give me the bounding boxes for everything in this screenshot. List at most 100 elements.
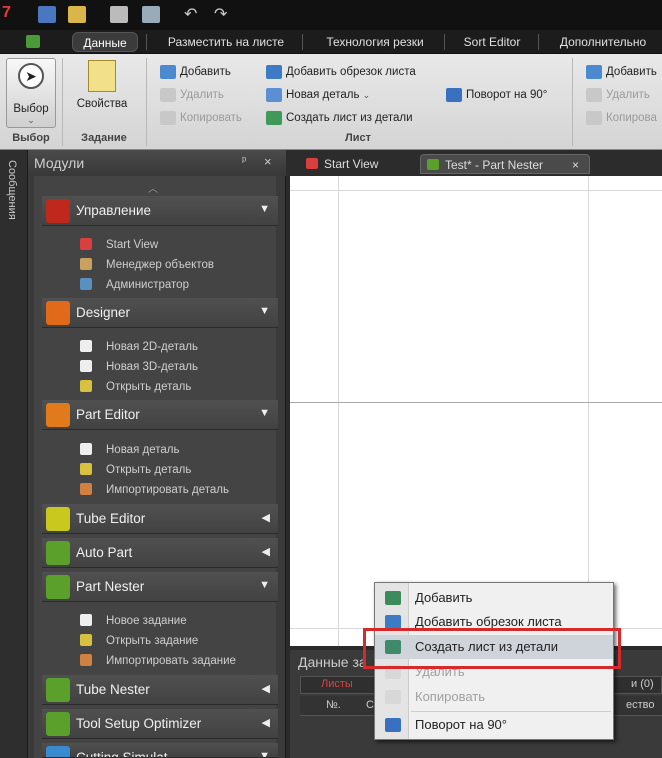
module-designer[interactable]: Designer ▼ <box>42 298 278 328</box>
part-editor-icon <box>46 403 70 427</box>
ribbon-add-button-2[interactable]: Добавить <box>586 62 657 82</box>
ribbon-copy-button[interactable]: Копировать <box>160 108 242 128</box>
module-auto-part[interactable]: Auto Part ◀ <box>42 538 278 568</box>
module-item[interactable]: Новое задание <box>80 614 187 627</box>
chevron-down-icon: ▼ <box>259 407 270 419</box>
print-preview-icon[interactable] <box>142 6 160 23</box>
group-task-label: Задание <box>81 132 127 144</box>
add-remnant-icon <box>385 615 401 629</box>
module-item[interactable]: Start View <box>80 238 158 251</box>
module-cutting-simulator[interactable]: Cutting Simulat ▼ <box>42 743 278 758</box>
ribbon-add-remnant-button[interactable]: Добавить обрезок листа <box>266 62 416 82</box>
module-management[interactable]: Управление ▼ <box>42 196 278 226</box>
scroll-up-icon[interactable]: ︿ <box>148 180 158 195</box>
ribbon-rotate-button[interactable]: Поворот на 90° <box>446 85 547 105</box>
designer-icon <box>46 301 70 325</box>
part-nester-icon <box>427 159 439 170</box>
redo-icon[interactable]: ↷ <box>214 6 232 23</box>
ribbon: ➤ Выбор ⌄ Выбор Свойства Задание Добавит… <box>0 54 662 150</box>
ribbon-copy-button-2[interactable]: Копирова <box>586 108 657 128</box>
sheet-from-part-icon <box>266 110 282 125</box>
close-tab-icon[interactable]: × <box>572 155 579 175</box>
tab-count[interactable]: и (0) <box>631 678 654 690</box>
tab-additional[interactable]: Дополнительно <box>546 32 660 52</box>
menu-item-copy[interactable]: Копировать <box>375 685 613 709</box>
messages-strip-label: Сообщения <box>6 160 18 220</box>
doc-tab-start-view[interactable]: Start View <box>300 154 410 174</box>
properties-button[interactable]: Свойства <box>72 60 132 124</box>
delete-icon <box>586 87 602 102</box>
document-tabs: Start View Test* - Part Nester × <box>286 150 662 176</box>
auto-part-icon <box>46 541 70 565</box>
module-part-nester[interactable]: Part Nester ▼ <box>42 572 278 602</box>
modules-header: Модули ᵖ × <box>28 150 286 176</box>
tube-editor-icon <box>46 507 70 531</box>
modules-panel: Модули ᵖ × ︿ Управление ▼ Start View Мен… <box>28 150 286 758</box>
tube-nester-icon <box>46 678 70 702</box>
highlight-frame <box>363 628 621 669</box>
tab-sheets[interactable]: Листы <box>321 678 353 690</box>
module-item[interactable]: Новая 2D-деталь <box>80 340 198 353</box>
properties-label: Свойства <box>76 98 128 110</box>
title-bar: 7 ↶ ↷ <box>0 0 662 30</box>
group-select-label: Выбор <box>12 132 50 144</box>
cursor-icon: ➤ <box>18 63 44 89</box>
tab-sort-editor[interactable]: Sort Editor <box>452 32 532 52</box>
menu-item-add[interactable]: Добавить <box>375 586 613 610</box>
tab-place-on-sheet[interactable]: Разместить на листе <box>156 32 296 52</box>
module-item[interactable]: Новая деталь <box>80 443 179 456</box>
ribbon-delete-button-2[interactable]: Удалить <box>586 85 650 105</box>
chevron-down-icon: ▼ <box>259 750 270 758</box>
ribbon-sheet-from-part-button[interactable]: Создать лист из детали <box>266 108 413 128</box>
module-item[interactable]: Менеджер объектов <box>80 258 214 271</box>
messages-strip[interactable]: Сообщения <box>0 150 28 758</box>
chevron-down-icon: ▼ <box>259 305 270 317</box>
module-tube-nester[interactable]: Tube Nester ◀ <box>42 675 278 705</box>
undo-icon[interactable]: ↶ <box>184 6 202 23</box>
modules-title: Модули <box>34 155 85 171</box>
app-menu-icon[interactable] <box>26 35 40 48</box>
chevron-left-icon: ◀ <box>261 512 270 524</box>
modules-list: ︿ Управление ▼ Start View Менеджер объек… <box>34 176 278 758</box>
select-label: Выбор <box>13 103 49 115</box>
cutting-sim-icon <box>46 746 70 757</box>
add-remnant-icon <box>266 64 282 79</box>
print-icon[interactable] <box>110 6 128 23</box>
chevron-left-icon: ◀ <box>261 683 270 695</box>
menu-item-rotate-90[interactable]: Поворот на 90° <box>375 713 613 737</box>
module-item[interactable]: Открыть деталь <box>80 380 191 393</box>
group-sheet-label: Лист <box>345 132 371 144</box>
module-item[interactable]: Открыть задание <box>80 634 198 647</box>
copy-icon <box>160 110 176 125</box>
properties-icon <box>88 60 116 92</box>
chevron-down-icon: ▼ <box>259 579 270 591</box>
part-nester-icon <box>46 575 70 599</box>
module-item[interactable]: Импортировать задание <box>80 654 236 667</box>
delete-icon <box>160 87 176 102</box>
module-tube-editor[interactable]: Tube Editor ◀ <box>42 504 278 534</box>
save-icon[interactable] <box>38 6 56 23</box>
ribbon-add-button[interactable]: Добавить <box>160 62 231 82</box>
module-item[interactable]: Импортировать деталь <box>80 483 229 496</box>
tab-data[interactable]: Данные <box>72 32 138 52</box>
ribbon-delete-button[interactable]: Удалить <box>160 85 224 105</box>
module-part-editor[interactable]: Part Editor ▼ <box>42 400 278 430</box>
add-icon <box>586 64 602 79</box>
open-folder-icon[interactable] <box>68 6 86 23</box>
doc-tab-part-nester[interactable]: Test* - Part Nester × <box>420 154 590 174</box>
close-icon[interactable]: × <box>264 154 272 169</box>
rotate-icon <box>385 718 401 732</box>
module-item[interactable]: Открыть деталь <box>80 463 191 476</box>
module-tool-setup-optimizer[interactable]: Tool Setup Optimizer ◀ <box>42 709 278 739</box>
module-item[interactable]: Администратор <box>80 278 189 291</box>
ribbon-tabs: Данные Разместить на листе Технология ре… <box>0 30 662 54</box>
pin-icon[interactable]: ᵖ <box>242 155 246 167</box>
select-button[interactable]: ➤ Выбор ⌄ <box>6 58 56 128</box>
nesting-canvas[interactable] <box>290 176 662 646</box>
tab-cutting-tech[interactable]: Технология резки <box>312 32 438 52</box>
chevron-down-icon: ▼ <box>259 203 270 215</box>
data-panel-title: Данные за <box>298 654 367 670</box>
module-item[interactable]: Новая 3D-деталь <box>80 360 198 373</box>
ribbon-new-part-button[interactable]: Новая деталь ⌄ <box>266 85 370 105</box>
add-sheet-icon <box>160 64 176 79</box>
